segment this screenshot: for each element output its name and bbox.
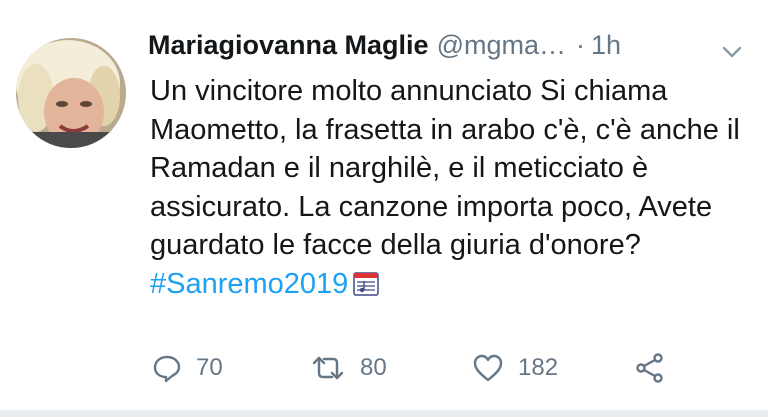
- separator-dot: ·: [576, 30, 586, 60]
- retweet-button[interactable]: 80: [310, 348, 387, 388]
- chevron-down-icon[interactable]: [720, 40, 744, 64]
- tweet-header: Mariagiovanna Maglie @mgma… · 1h: [148, 30, 748, 70]
- tweet-text: Un vincitore molto annunciato Si chiama …: [150, 72, 750, 308]
- musical-score-icon: [352, 270, 380, 309]
- avatar-image: [16, 38, 126, 148]
- share-button[interactable]: [634, 348, 666, 388]
- author-name[interactable]: Mariagiovanna Maglie: [148, 30, 429, 61]
- tweet-card[interactable]: Mariagiovanna Maglie @mgma… · 1h Un vinc…: [0, 0, 768, 417]
- share-icon: [634, 352, 666, 384]
- retweet-icon: [310, 353, 346, 383]
- tweet-text-main: Un vincitore molto annunciato Si chiama …: [150, 75, 740, 261]
- timestamp[interactable]: 1h: [591, 30, 621, 61]
- like-count: 182: [518, 354, 559, 381]
- author-handle[interactable]: @mgma…: [437, 30, 566, 61]
- avatar[interactable]: [16, 38, 126, 148]
- hashtag-link[interactable]: #Sanremo2019: [150, 268, 348, 300]
- reply-icon: [152, 353, 182, 383]
- retweet-count: 80: [360, 354, 387, 381]
- reply-button[interactable]: 70: [152, 348, 223, 388]
- like-button[interactable]: 182: [472, 348, 558, 388]
- heart-icon: [472, 353, 504, 383]
- reply-count: 70: [196, 354, 223, 381]
- divider: [0, 410, 768, 417]
